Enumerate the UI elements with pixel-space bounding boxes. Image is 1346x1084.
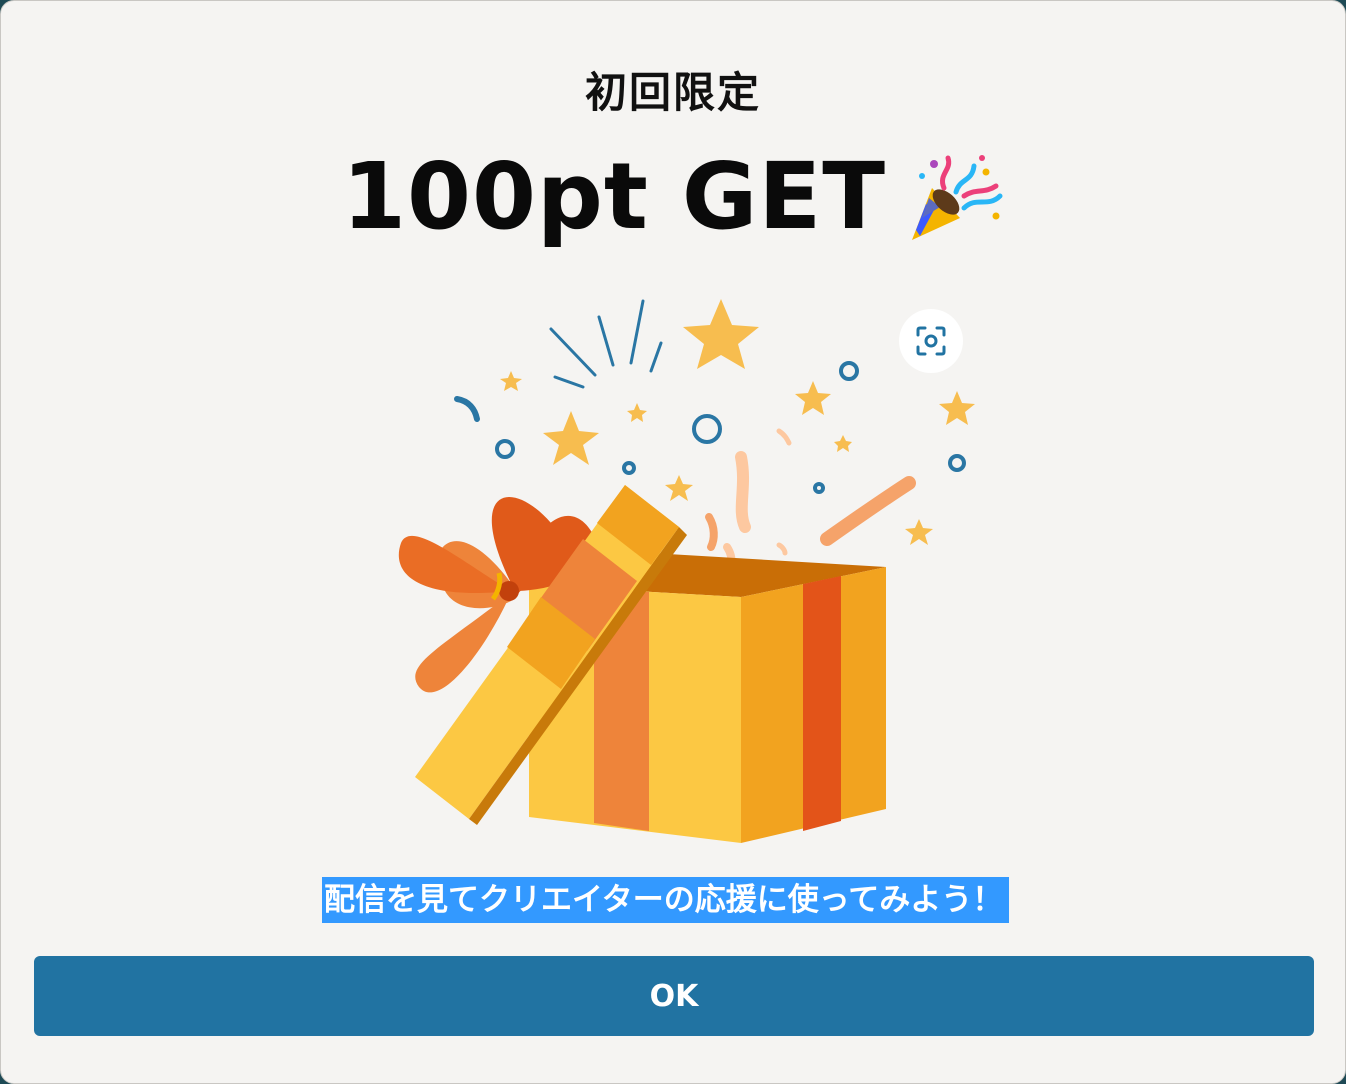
dialog-title: 初回限定 xyxy=(584,68,761,117)
gift-box-illustration xyxy=(398,299,975,843)
visual-search-button[interactable] xyxy=(899,309,963,373)
reward-dialog: 初回限定 100pt GET 配信を見てクリエイターの応援に使ってみよう！ OK xyxy=(0,0,1346,1084)
headline: 100pt GET xyxy=(1,143,1345,250)
ok-button[interactable]: OK xyxy=(34,956,1314,1036)
party-popper-icon xyxy=(912,154,1003,240)
points-headline: 100pt GET xyxy=(341,143,887,250)
visual-search-icon xyxy=(916,326,946,356)
promo-message: 配信を見てクリエイターの応援に使ってみよう！ xyxy=(322,877,1010,923)
